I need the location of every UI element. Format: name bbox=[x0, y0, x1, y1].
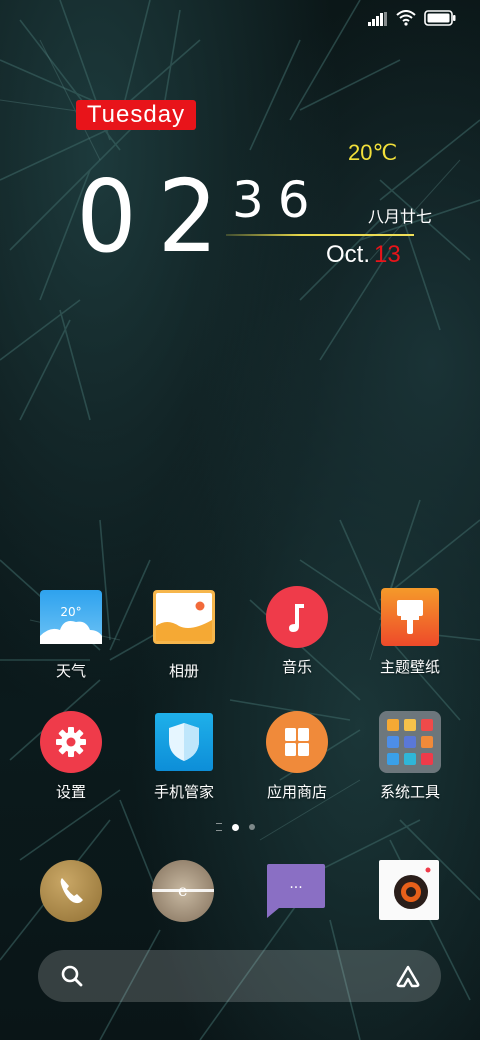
app-security[interactable]: 手机管家 bbox=[129, 711, 239, 802]
app-system-tools-folder[interactable]: 系统工具 bbox=[355, 711, 465, 802]
app-settings[interactable]: 设置 bbox=[16, 711, 126, 802]
search-icon[interactable] bbox=[60, 964, 84, 992]
temperature-label[interactable]: 20℃ bbox=[348, 140, 397, 166]
app-store-icon bbox=[266, 711, 328, 773]
page-indicator-list bbox=[216, 823, 222, 831]
app-label: 音乐 bbox=[281, 658, 312, 676]
camera-icon bbox=[379, 860, 439, 920]
browser-letter: e bbox=[178, 881, 187, 900]
app-label: 设置 bbox=[55, 783, 86, 801]
wifi-icon bbox=[396, 10, 416, 30]
weather-temp-text: 20° bbox=[60, 605, 81, 619]
dock-messages[interactable]: ··· bbox=[265, 862, 327, 924]
search-bar[interactable] bbox=[38, 950, 441, 1002]
date-month: Oct. bbox=[326, 241, 371, 268]
date-day: 13 bbox=[374, 241, 401, 268]
app-weather[interactable]: 20° 天气 bbox=[16, 590, 126, 681]
app-music[interactable]: 音乐 bbox=[242, 586, 352, 677]
messages-dots: ··· bbox=[289, 880, 302, 896]
app-label: 主题壁纸 bbox=[379, 658, 440, 676]
weather-icon: 20° bbox=[40, 590, 102, 652]
clock-hour-text: 02 bbox=[76, 158, 239, 275]
clock-minute[interactable]: 36 bbox=[232, 170, 324, 230]
browser-icon: e bbox=[152, 860, 214, 922]
date-label: Oct. 13 bbox=[326, 241, 401, 269]
system-tools-folder-icon bbox=[379, 711, 441, 773]
page-indicator[interactable] bbox=[216, 823, 255, 831]
page-dot bbox=[249, 824, 255, 830]
app-label: 天气 bbox=[55, 662, 86, 680]
phone-icon bbox=[40, 860, 102, 922]
clock-hour[interactable]: 02 bbox=[72, 162, 243, 272]
app-label: 手机管家 bbox=[153, 783, 214, 801]
page-dot-active bbox=[232, 823, 239, 831]
app-themes[interactable]: 主题壁纸 bbox=[355, 586, 465, 677]
messages-icon: ··· bbox=[267, 864, 325, 918]
music-icon bbox=[266, 586, 328, 648]
battery-icon bbox=[424, 10, 456, 30]
weekday-badge[interactable]: Tuesday bbox=[76, 100, 196, 130]
dock-camera[interactable] bbox=[379, 860, 441, 922]
signal-icon bbox=[368, 11, 388, 30]
app-label: 系统工具 bbox=[379, 783, 440, 801]
dock-browser[interactable]: e bbox=[152, 860, 214, 922]
app-label: 应用商店 bbox=[266, 783, 327, 801]
themes-icon bbox=[379, 586, 441, 648]
app-gallery[interactable]: 相册 bbox=[129, 590, 239, 681]
dock-phone[interactable] bbox=[40, 860, 102, 922]
app-label: 相册 bbox=[168, 662, 199, 680]
security-icon bbox=[153, 711, 215, 773]
gallery-icon bbox=[153, 590, 215, 652]
widget-divider bbox=[226, 234, 414, 236]
assistant-icon[interactable] bbox=[395, 964, 421, 992]
lunar-date: 八月廿七 bbox=[368, 207, 433, 226]
app-store[interactable]: 应用商店 bbox=[242, 711, 352, 802]
settings-icon bbox=[40, 711, 102, 773]
status-bar bbox=[368, 10, 456, 30]
